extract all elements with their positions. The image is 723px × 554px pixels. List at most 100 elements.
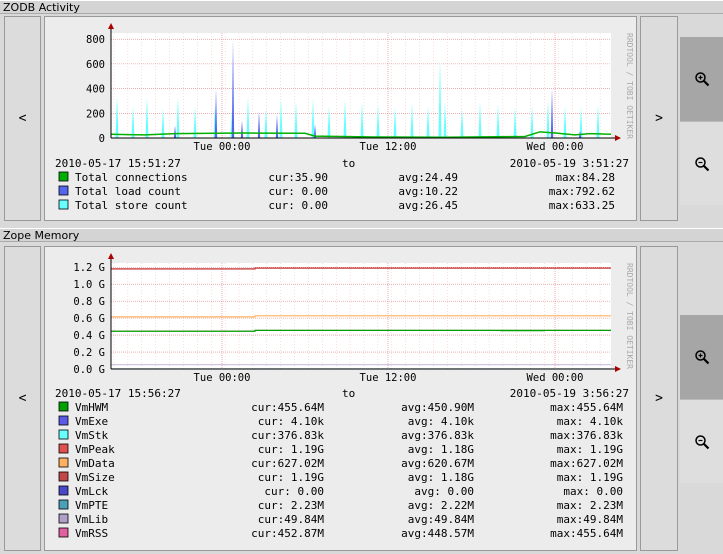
legend-series-name: Total connections <box>75 171 188 184</box>
y-tick-label: 400 <box>86 84 105 96</box>
legend-series-name: VmExe <box>75 415 108 428</box>
legend-swatch <box>58 185 69 196</box>
legend-cur-value: cur:35.90 <box>268 171 328 184</box>
legend-swatch <box>58 199 69 210</box>
legend-max-value: max:376.83k <box>550 429 623 442</box>
legend-series-name: Total store count <box>75 199 188 212</box>
legend-avg-value: avg:376.83k <box>401 429 474 442</box>
legend-avg-value: avg: 4.10k <box>408 415 475 428</box>
next-button-memory[interactable]: > <box>640 246 678 551</box>
plot-area <box>111 33 611 138</box>
legend-swatch <box>58 471 69 482</box>
legend-series-name: VmSize <box>75 471 115 484</box>
legend-avg-value: avg:10.22 <box>398 185 458 198</box>
legend-max-value: max:627.02M <box>550 457 623 470</box>
range-end: 2010-05-19 3:56:27 <box>510 387 629 400</box>
legend-avg-value: avg:26.45 <box>398 199 458 212</box>
next-button[interactable]: > <box>640 16 678 221</box>
y-axis-arrow <box>108 23 114 29</box>
legend-series-name: Total load count <box>75 185 181 198</box>
zoom-in-icon <box>694 72 709 87</box>
range-start: 2010-05-17 15:51:27 <box>55 157 181 170</box>
legend-max-value: max:84.28 <box>555 171 615 184</box>
legend-cur-value: cur:627.02M <box>251 457 324 470</box>
zodb-activity-chart-panel: Tue 00:00 Tue 12:00 Wed 00:00 800 600 400 200 0… <box>44 16 637 221</box>
y-tick-label: 600 <box>86 59 105 71</box>
range-to: to <box>342 157 355 170</box>
legend-cur-value: cur:455.64M <box>251 401 324 414</box>
legend-max-value: max:455.64M <box>550 401 623 414</box>
prev-arrow-icon: < <box>18 111 27 126</box>
y-tick-label: 0.0 G <box>73 364 105 376</box>
zope-memory-chart-panel: Tue 00:00 Tue 12:00 Wed 00:00 1.2 G 1.0 G 0.8… <box>44 246 637 551</box>
y-tick-label: 0.4 G <box>73 330 105 342</box>
legend-swatch <box>58 415 69 426</box>
legend-swatch <box>58 485 69 496</box>
zoom-out-icon <box>694 156 709 171</box>
legend-cur-value: cur:376.83k <box>251 429 324 442</box>
legend-cur-value: cur: 1.19G <box>258 471 324 484</box>
legend-avg-value: avg:24.49 <box>398 171 458 184</box>
x-tick-label: Tue 00:00 <box>194 141 251 153</box>
x-axis-arrow <box>615 135 621 141</box>
prev-arrow-icon: < <box>18 391 27 406</box>
y-tick-label: 1.2 G <box>73 262 105 274</box>
x-tick-label: Tue 12:00 <box>360 141 417 153</box>
legend-max-value: max:792.62 <box>549 185 615 198</box>
section-title-zope-memory: Zope Memory <box>0 228 723 242</box>
legend-series-name: VmLib <box>75 513 108 526</box>
legend-max-value: max: 4.10k <box>557 415 624 428</box>
legend-cur-value: cur: 0.00 <box>264 485 324 498</box>
x-tick-label: Tue 00:00 <box>194 372 251 384</box>
legend-series-name: VmStk <box>75 429 108 442</box>
legend-avg-value: avg: 1.18G <box>408 471 474 484</box>
zoom-out-button-memory[interactable] <box>680 399 723 483</box>
prev-button-memory[interactable]: < <box>4 246 41 551</box>
y-tick-label: 0 <box>99 133 105 145</box>
y-tick-label: 800 <box>86 34 105 46</box>
next-arrow-icon: > <box>655 111 663 126</box>
legend-avg-value: avg:448.57M <box>401 527 474 540</box>
legend-swatch <box>58 443 69 454</box>
legend-avg-value: avg:450.90M <box>401 401 474 414</box>
legend-cur-value: cur: 2.23M <box>258 499 325 512</box>
zoom-out-button[interactable] <box>680 121 723 205</box>
legend-swatch <box>58 527 69 538</box>
section-title-zodb-activity: ZODB Activity <box>0 0 723 14</box>
legend-max-value: max: 0.00 <box>563 485 623 498</box>
watermark: RRDTOOL / TOBI OETIKER <box>625 33 634 139</box>
legend-series-name: VmHWM <box>75 401 108 414</box>
zoom-in-button-memory[interactable] <box>680 315 723 399</box>
zodb-activity-chart: Tue 00:00 Tue 12:00 Wed 00:00 800 600 400 200 0… <box>55 23 634 212</box>
x-tick-label: Wed 00:00 <box>527 372 584 384</box>
legend-max-value: max:633.25 <box>549 199 615 212</box>
zoom-in-icon <box>694 350 709 365</box>
legend-cur-value: cur: 1.19G <box>258 443 324 456</box>
range-end: 2010-05-19 3:51:27 <box>510 157 629 170</box>
legend-max-value: max:455.64M <box>550 527 623 540</box>
legend-avg-value: avg: 1.18G <box>408 443 474 456</box>
legend-swatch <box>58 171 69 182</box>
legend-cur-value: cur: 0.00 <box>268 185 328 198</box>
prev-button[interactable]: < <box>4 16 41 221</box>
legend-cur-value: cur:49.84M <box>258 513 325 526</box>
legend-swatch <box>58 499 69 510</box>
legend-avg-value: avg: 2.22M <box>408 499 475 512</box>
legend-swatch <box>58 457 69 468</box>
zoom-in-button[interactable] <box>680 37 723 121</box>
y-tick-label: 0.8 G <box>73 296 105 308</box>
legend-avg-value: avg:49.84M <box>408 513 475 526</box>
legend-series-name: VmData <box>75 457 115 470</box>
legend-cur-value: cur: 0.00 <box>268 199 328 212</box>
legend-avg-value: avg: 0.00 <box>414 485 474 498</box>
y-axis-arrow <box>108 253 114 259</box>
y-tick-label: 0.2 G <box>73 347 105 359</box>
legend-cur-value: cur:452.87M <box>251 527 324 540</box>
legend-max-value: max:49.84M <box>557 513 624 526</box>
legend-swatch <box>58 429 69 440</box>
y-tick-label: 200 <box>86 108 105 120</box>
legend-series-name: VmRSS <box>75 527 108 540</box>
range-to: to <box>342 387 355 400</box>
x-axis-arrow <box>615 366 621 372</box>
legend-series-name: VmPTE <box>75 499 108 512</box>
